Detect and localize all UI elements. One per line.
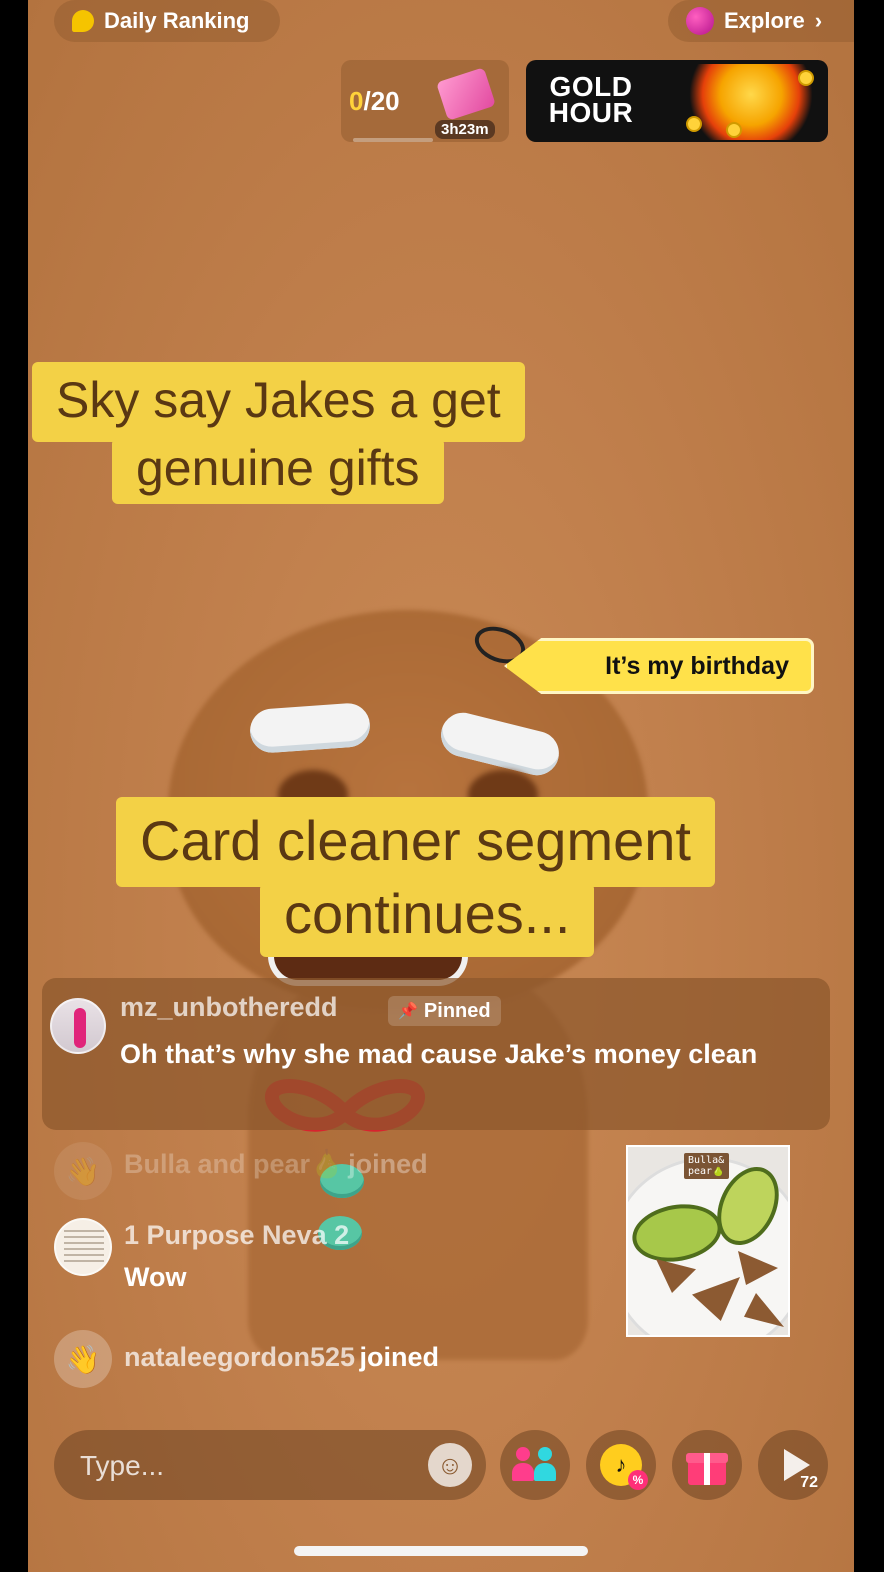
quest-progress-bar	[353, 138, 433, 142]
chat-join-row: 👋 Bulla and pear🍐 joined	[54, 1142, 614, 1202]
guests-button[interactable]	[500, 1430, 570, 1500]
home-indicator[interactable]	[294, 1546, 588, 1556]
coin-icon	[798, 70, 814, 86]
photo-label: Bulla& pear🍐	[684, 1153, 729, 1179]
wave-icon: 👋	[54, 1142, 112, 1200]
share-button[interactable]: 72	[758, 1430, 828, 1500]
gift-quest-widget[interactable]: 0/20 3h23m	[341, 60, 509, 142]
pinned-comment[interactable]: mz_unbotheredd 📌 Pinned Oh that’s why sh…	[42, 978, 830, 1130]
lemon-icon	[72, 10, 94, 32]
emoji-icon[interactable]: ☺	[428, 1443, 472, 1487]
comment-input[interactable]: Type... ☺	[54, 1430, 486, 1500]
promo-button[interactable]: ♪%	[586, 1430, 656, 1500]
coin-icon	[726, 122, 742, 138]
gift-icon	[686, 1445, 728, 1485]
chat-username[interactable]: 1 Purpose Neva 2	[124, 1220, 349, 1251]
chat-action: joined	[348, 1149, 428, 1179]
pinned-badge: 📌 Pinned	[388, 996, 501, 1026]
wave-icon: 👋	[54, 1330, 112, 1388]
caption-line: Card cleaner segment	[116, 797, 715, 887]
explore-button[interactable]: Explore ›	[668, 0, 854, 42]
daily-ranking-button[interactable]: Daily Ranking	[54, 0, 280, 42]
birthday-tag: It’s my birthday	[504, 638, 814, 694]
pin-icon: 📌	[398, 1003, 418, 1020]
quest-timer: 3h23m	[435, 120, 495, 139]
live-stream-stage: Daily Ranking Explore › 0/20 3h23m GOLD …	[28, 0, 854, 1572]
gold-hour-banner[interactable]: GOLD HOUR	[526, 60, 828, 142]
explore-label: Explore	[724, 8, 805, 33]
share-count: 72	[800, 1474, 818, 1491]
caption-line: Sky say Jakes a get	[32, 362, 525, 442]
birthday-tag-label: It’s my birthday	[605, 651, 789, 680]
caption-line: continues...	[260, 883, 595, 957]
gingerbread-brow-left	[248, 701, 372, 755]
chat-action: joined	[359, 1342, 440, 1372]
promo-icon: ♪%	[600, 1444, 648, 1490]
quest-progress-count: 0/20	[349, 86, 400, 116]
comment-input-placeholder: Type...	[80, 1450, 165, 1481]
avatar[interactable]	[50, 998, 106, 1054]
daily-ranking-label: Daily Ranking	[104, 8, 250, 33]
guests-icon	[512, 1445, 558, 1485]
gift-button[interactable]	[672, 1430, 742, 1500]
shared-photo[interactable]: Bulla& pear🍐	[626, 1145, 790, 1337]
gift-box-icon	[436, 67, 496, 121]
chat-comment-row: 1 Purpose Neva 2 Wow	[54, 1216, 614, 1306]
avatar[interactable]	[54, 1218, 112, 1276]
planet-icon	[686, 7, 714, 35]
chevron-right-icon: ›	[814, 8, 823, 33]
chat-message: Wow	[124, 1262, 187, 1292]
coin-icon	[686, 116, 702, 132]
pinned-message: Oh that’s why she mad cause Jake’s money…	[120, 1039, 758, 1069]
chat-username[interactable]: Bulla and pear🍐	[124, 1149, 344, 1179]
pinned-username[interactable]: mz_unbotheredd	[120, 992, 338, 1023]
caption-line: genuine gifts	[112, 438, 444, 504]
chat-join-row: 👋 nataleegordon525 joined	[54, 1330, 614, 1390]
chat-username[interactable]: nataleegordon525	[124, 1342, 355, 1372]
gold-hour-title: GOLD HOUR	[548, 71, 634, 128]
